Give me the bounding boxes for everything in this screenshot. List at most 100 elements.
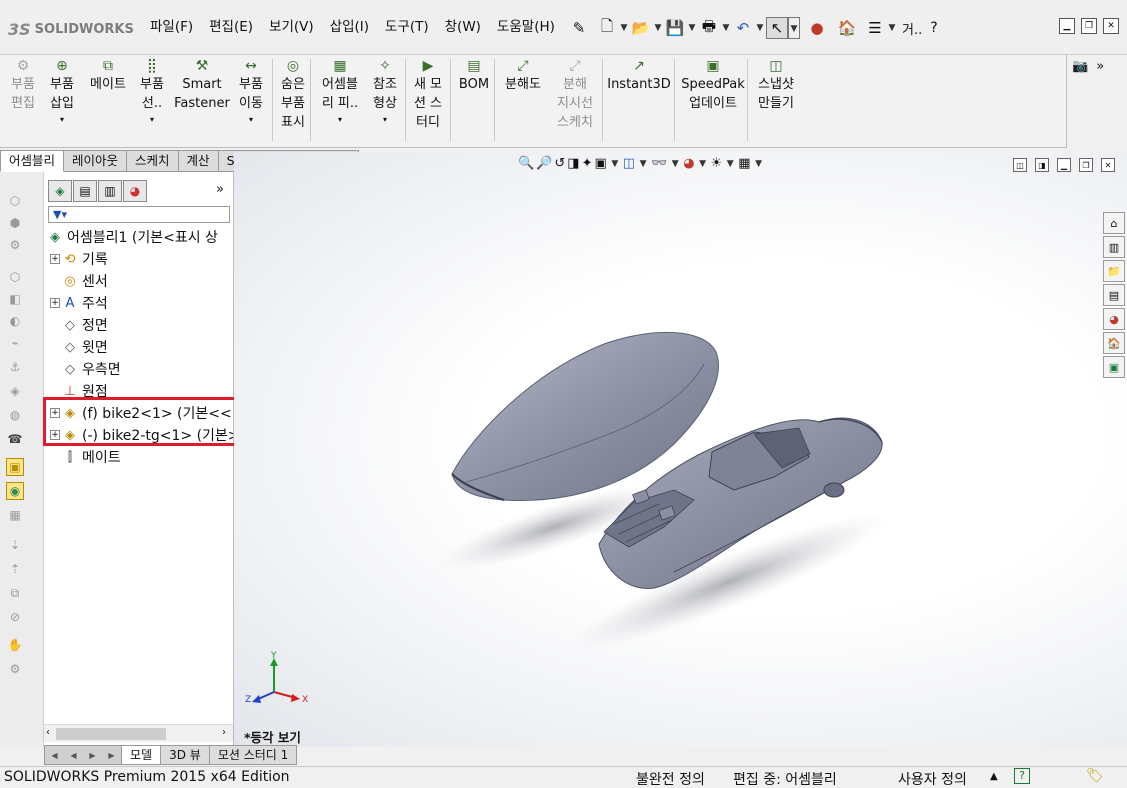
scroll-right-icon[interactable]: ›: [222, 727, 226, 738]
select-dropdown-arrow[interactable]: ▼: [788, 17, 800, 39]
first-tab-icon[interactable]: ◀: [51, 751, 57, 760]
tree-filter-field[interactable]: ▼▾: [48, 206, 230, 223]
ribbon-button[interactable]: ⚙ 부품 편집: [4, 55, 42, 145]
file-explorer-icon[interactable]: 📁: [1103, 260, 1125, 282]
solidworks-resources-icon[interactable]: ⌂: [1103, 212, 1125, 234]
tree-item[interactable]: ◇ 우측면: [50, 358, 121, 380]
tree-item[interactable]: ◇ 정면: [50, 314, 108, 336]
ribbon-button[interactable]: ▤ BOM: [455, 55, 493, 145]
ribbon-button[interactable]: ⤢ 분해 지시선 스케치: [551, 55, 599, 145]
new-document-icon[interactable]: 🗋: [596, 17, 618, 39]
toolbar-tool-icon[interactable]: ◐: [6, 312, 24, 330]
options-dropdown-arrow[interactable]: ▼: [886, 23, 898, 33]
toolbar-tool-icon[interactable]: ⬡: [6, 192, 24, 210]
open-dropdown-arrow[interactable]: ▼: [652, 23, 664, 33]
bottom-tab[interactable]: 3D 뷰: [161, 745, 210, 765]
menu-item[interactable]: 창(W): [437, 12, 489, 42]
ribbon-button[interactable]: ↔ 부품 이동 ▾: [234, 55, 268, 145]
ribbon-dropdown-arrow[interactable]: ▾: [150, 115, 154, 125]
toolbar-tool-icon[interactable]: ⬡: [6, 268, 24, 286]
quick-tips-help-icon[interactable]: ?: [1014, 768, 1030, 784]
file-properties-icon[interactable]: 🏠: [836, 17, 858, 39]
restore-icon[interactable]: ❐: [1081, 18, 1097, 34]
forum-icon[interactable]: ▣: [1103, 356, 1125, 378]
ribbon-button[interactable]: ⚒ Smart Fastener: [172, 55, 232, 145]
ribbon-button[interactable]: ⧉ 메이트: [84, 55, 132, 145]
save-icon[interactable]: 💾: [664, 17, 686, 39]
search-commands-hint[interactable]: 거..: [902, 19, 922, 38]
scroll-left-icon[interactable]: ‹: [46, 727, 50, 738]
save-dropdown-arrow[interactable]: ▼: [686, 23, 698, 33]
prev-tab-icon[interactable]: ◀: [70, 751, 76, 760]
tree-item[interactable]: ◎ 센서: [50, 270, 107, 292]
toolbar-tool-icon[interactable]: ▣: [6, 458, 24, 476]
toolbar-tool-icon[interactable]: ⧉: [6, 584, 24, 602]
undo-icon[interactable]: ↶: [732, 17, 754, 39]
options-icon[interactable]: ☰: [864, 17, 886, 39]
bottom-tab[interactable]: 모델: [122, 745, 162, 765]
scroll-thumb[interactable]: [56, 728, 166, 740]
toolbar-tool-icon[interactable]: ▦: [6, 506, 24, 524]
toolbar-tool-icon[interactable]: ◍: [6, 406, 24, 424]
tree-item[interactable]: ◇ 윗면: [50, 336, 108, 358]
camera-icon[interactable]: 📷: [1072, 59, 1088, 74]
minimize-icon[interactable]: ▁: [1059, 18, 1075, 34]
help-icon[interactable]: ?: [930, 20, 937, 36]
rebuild-traffic-light-icon[interactable]: ●: [806, 17, 828, 39]
ribbon-button[interactable]: ▣ SpeedPak 업데이트: [680, 55, 746, 145]
property-manager-tab-icon[interactable]: ▤: [73, 180, 97, 202]
menu-item[interactable]: 도움말(H): [489, 12, 563, 42]
expand-toggle-icon[interactable]: +: [50, 254, 60, 264]
ribbon-dropdown-arrow[interactable]: ▾: [383, 115, 387, 125]
toolbar-tool-icon[interactable]: ◈: [6, 382, 24, 400]
command-tab[interactable]: 레이아웃: [64, 150, 128, 172]
ribbon-overflow-icon[interactable]: »: [1096, 59, 1104, 74]
feature-tree-tab-icon[interactable]: ◈: [48, 180, 72, 202]
custom-properties-icon[interactable]: 🏠: [1103, 332, 1125, 354]
toolbar-tool-icon[interactable]: ⚓: [6, 358, 24, 376]
print-dropdown-arrow[interactable]: ▼: [720, 23, 732, 33]
design-library-icon[interactable]: ▥: [1103, 236, 1125, 258]
toolbar-tool-icon[interactable]: ⊘: [6, 608, 24, 626]
toolbar-tool-icon[interactable]: ⇣: [6, 536, 24, 554]
ribbon-button[interactable]: ◎ 숨은 부품 표시: [275, 55, 311, 145]
toolbar-tool-icon[interactable]: ✋: [6, 636, 24, 654]
ribbon-button[interactable]: ⣿ 부품 선.. ▾: [134, 55, 170, 145]
graphics-viewport[interactable]: 🔍 🔎 ↺ ◨ ✦ ▣ ▼ ◫ ▼ 👓 ▼ ◕ ▼ ☀ ▼ ▦ ▼ ◫ ◨ ▁ ❐ ✕: [234, 152, 1127, 747]
ribbon-button[interactable]: ▶ 새 모 션 스 터디: [410, 55, 446, 145]
solidworks-logo[interactable]: 3S SOLIDWORKS: [8, 18, 134, 40]
next-tab-icon[interactable]: ▶: [89, 751, 95, 760]
command-tab[interactable]: 스케치: [127, 150, 179, 172]
view-palette-icon[interactable]: ▤: [1103, 284, 1125, 306]
menu-item[interactable]: 파일(F): [142, 12, 201, 42]
tree-item[interactable]: ⫿ 메이트: [50, 446, 121, 468]
open-folder-icon[interactable]: 📂: [630, 17, 652, 39]
menu-item[interactable]: 보기(V): [261, 12, 322, 42]
last-tab-icon[interactable]: ▶: [108, 751, 114, 760]
tree-item[interactable]: + ⟲ 기록: [50, 248, 108, 270]
units-arrow-icon[interactable]: ▲: [990, 771, 998, 782]
ribbon-button[interactable]: ▦ 어셈블 리 피.. ▾: [316, 55, 364, 145]
configuration-manager-tab-icon[interactable]: ▥: [98, 180, 122, 202]
units-status[interactable]: 사용자 정의: [898, 769, 967, 788]
new-dropdown-arrow[interactable]: ▼: [618, 23, 630, 33]
ribbon-button[interactable]: ↗ Instant3D: [606, 55, 672, 145]
bottom-tab[interactable]: 모션 스터디 1: [209, 745, 298, 765]
panel-expand-icon[interactable]: »: [216, 182, 224, 197]
ribbon-dropdown-arrow[interactable]: ▾: [338, 115, 342, 125]
ribbon-button[interactable]: ◫ 스냅샷 만들기: [752, 55, 800, 145]
ribbon-dropdown-arrow[interactable]: ▾: [60, 115, 64, 125]
toolbar-tool-icon[interactable]: ⚙: [6, 660, 24, 678]
close-icon[interactable]: ✕: [1103, 18, 1119, 34]
toolbar-tool-icon[interactable]: ◉: [6, 482, 24, 500]
pin-menu-button[interactable]: ✎: [568, 14, 590, 42]
tag-icon[interactable]: 🏷: [1086, 768, 1104, 784]
print-icon[interactable]: 🖶: [698, 17, 720, 39]
select-arrow-icon[interactable]: ↖: [766, 17, 788, 39]
panel-horizontal-scrollbar[interactable]: ‹ ›: [44, 724, 233, 742]
menu-item[interactable]: 도구(T): [377, 12, 437, 42]
toolbar-tool-icon[interactable]: ⬢: [6, 214, 24, 232]
appearances-icon[interactable]: ◕: [1103, 308, 1125, 330]
command-tab[interactable]: 계산: [178, 150, 219, 172]
undo-dropdown-arrow[interactable]: ▼: [754, 23, 766, 33]
